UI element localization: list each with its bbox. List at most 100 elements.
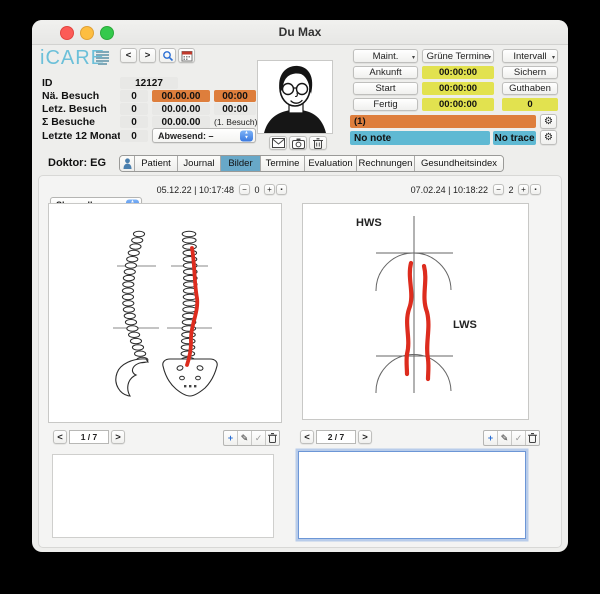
right-note-textarea[interactable] <box>298 451 526 539</box>
sichern-button[interactable]: Sichern <box>502 66 558 79</box>
tab-bar: Patient Journal Bilder Termine Evaluatio… <box>119 155 504 172</box>
fertig-time-field[interactable]: 00:00:00 <box>422 98 494 111</box>
ankunft-time-field[interactable]: 00:00:00 <box>422 66 494 79</box>
next-visit-time[interactable]: 00:00 <box>214 90 256 102</box>
sum-visits-date: 00.00.00 <box>152 116 210 128</box>
menu-arrow-icon: ▾ <box>412 55 415 61</box>
start-button[interactable]: Start <box>353 82 418 95</box>
nav-forward-button[interactable]: > <box>139 48 156 63</box>
delete-image-button[interactable] <box>526 431 539 445</box>
right-counter-minus-button[interactable]: − <box>493 184 504 195</box>
search-icon <box>162 50 174 62</box>
fertig-button[interactable]: Fertig <box>353 98 418 111</box>
right-prev-button[interactable]: < <box>300 430 314 444</box>
window-title: Du Max <box>32 20 568 44</box>
search-button[interactable] <box>159 48 176 63</box>
left-page-indicator: 1 / 7 <box>69 430 109 444</box>
titlebar: Du Max <box>32 20 568 45</box>
id-label: ID <box>42 77 53 89</box>
left-counter-plus-button[interactable]: + <box>264 184 275 195</box>
left-prev-button[interactable]: < <box>53 430 67 444</box>
nav-back-button[interactable]: < <box>120 48 137 63</box>
gruene-termine-menu-button[interactable]: Grüne Termine ▾ <box>422 49 494 63</box>
right-image-toolbar: + ✎ ✓ <box>483 430 540 446</box>
maint-menu-button[interactable]: Maint. ▾ <box>353 49 418 63</box>
note-settings-button[interactable]: ⚙ <box>540 130 557 145</box>
app-window: Du Max iCARE < > ID 12127 Nä. Besuch 0 0… <box>32 20 568 552</box>
right-counter-option-button[interactable]: ▪ <box>530 184 541 195</box>
left-counter-value: 0 <box>251 184 263 195</box>
add-image-button[interactable]: + <box>484 431 498 445</box>
confirm-image-button[interactable]: ✓ <box>252 431 266 445</box>
trash-icon <box>268 433 277 443</box>
left-next-button[interactable]: > <box>111 430 125 444</box>
calendar-button[interactable] <box>178 48 195 63</box>
red-curve-left <box>407 263 412 374</box>
mail-icon <box>272 138 285 148</box>
id-value-field: 12127 <box>120 77 178 89</box>
tab-gesundheitsindex[interactable]: Gesundheitsindex <box>415 156 503 171</box>
left-note-textarea[interactable] <box>52 454 274 538</box>
tab-rechnungen[interactable]: Rechnungen <box>357 156 415 171</box>
right-next-button[interactable]: > <box>358 430 372 444</box>
tab-termine[interactable]: Termine <box>261 156 305 171</box>
maint-label: Maint. <box>373 51 399 62</box>
sacrum-lateral <box>116 359 148 396</box>
tab-patient[interactable]: Patient <box>135 156 178 171</box>
hws-lws-drawing: HWS LWS <box>303 204 528 419</box>
calendar-icon <box>181 50 193 62</box>
last-12-months-label: Letzte 12 Monate <box>42 129 127 143</box>
last-visit-time: 00:00 <box>214 103 256 115</box>
tab-bilder[interactable]: Bilder <box>221 156 261 171</box>
tab-journal[interactable]: Journal <box>178 156 221 171</box>
confirm-image-button[interactable]: ✓ <box>512 431 526 445</box>
delete-image-button[interactable] <box>266 431 279 445</box>
camera-button[interactable] <box>289 136 307 150</box>
right-counter-plus-button[interactable]: + <box>518 184 529 195</box>
ankunft-button[interactable]: Ankunft <box>353 66 418 79</box>
spine-drawing <box>49 204 281 422</box>
right-image-timestamp: 07.02.24 | 10:18:22 <box>394 185 488 195</box>
intervall-label: Intervall <box>513 51 546 62</box>
left-image-canvas[interactable] <box>48 203 282 423</box>
menu-arrow-icon: ▾ <box>552 55 555 61</box>
trash-icon <box>528 433 537 443</box>
note-bar: No note <box>350 131 490 145</box>
tab-evaluation[interactable]: Evaluation <box>305 156 357 171</box>
alert-bar: (1) <box>350 115 536 128</box>
photo-delete-button[interactable] <box>309 136 327 150</box>
patient-photo[interactable] <box>257 60 333 134</box>
guthaben-value-field: 0 <box>502 98 558 111</box>
intervall-menu-button[interactable]: Intervall ▾ <box>502 49 558 63</box>
portrait-drawing <box>258 61 332 133</box>
hws-label: HWS <box>356 217 382 229</box>
trace-badge: No trace <box>493 131 536 145</box>
guthaben-button[interactable]: Guthaben <box>502 82 558 95</box>
alert-settings-button[interactable]: ⚙ <box>540 114 557 129</box>
camera-icon <box>292 138 305 149</box>
left-image-toolbar: + ✎ ✓ <box>223 430 280 446</box>
gruene-termine-label: Grüne Termine <box>427 51 490 62</box>
doctor-label: Doktor: EG <box>48 157 106 169</box>
person-icon <box>123 158 132 169</box>
start-time-field[interactable]: 00:00:00 <box>422 82 494 95</box>
sum-visits-count: 0 <box>120 116 148 128</box>
last-12-months-count: 0 <box>120 130 148 142</box>
absent-select[interactable]: Abwesend: – ▲▼ <box>152 128 256 143</box>
gear-icon: ⚙ <box>544 132 553 143</box>
edit-image-button[interactable]: ✎ <box>238 431 252 445</box>
left-counter-minus-button[interactable]: − <box>239 184 250 195</box>
right-image-canvas[interactable]: HWS LWS <box>302 203 529 420</box>
gear-icon: ⚙ <box>544 116 553 127</box>
last-visit-count: 0 <box>120 103 148 115</box>
sum-visits-label: Σ Besuche <box>42 116 95 128</box>
last-visit-date: 00.00.00 <box>152 103 210 115</box>
next-visit-date[interactable]: 00.00.00 <box>152 90 210 102</box>
tab-patient-icon[interactable] <box>120 156 135 171</box>
add-image-button[interactable]: + <box>224 431 238 445</box>
mail-button[interactable] <box>269 136 287 150</box>
trash-icon <box>313 138 323 149</box>
first-visit-note: (1. Besuch) <box>214 116 257 128</box>
left-counter-option-button[interactable]: ▪ <box>276 184 287 195</box>
edit-image-button[interactable]: ✎ <box>498 431 512 445</box>
